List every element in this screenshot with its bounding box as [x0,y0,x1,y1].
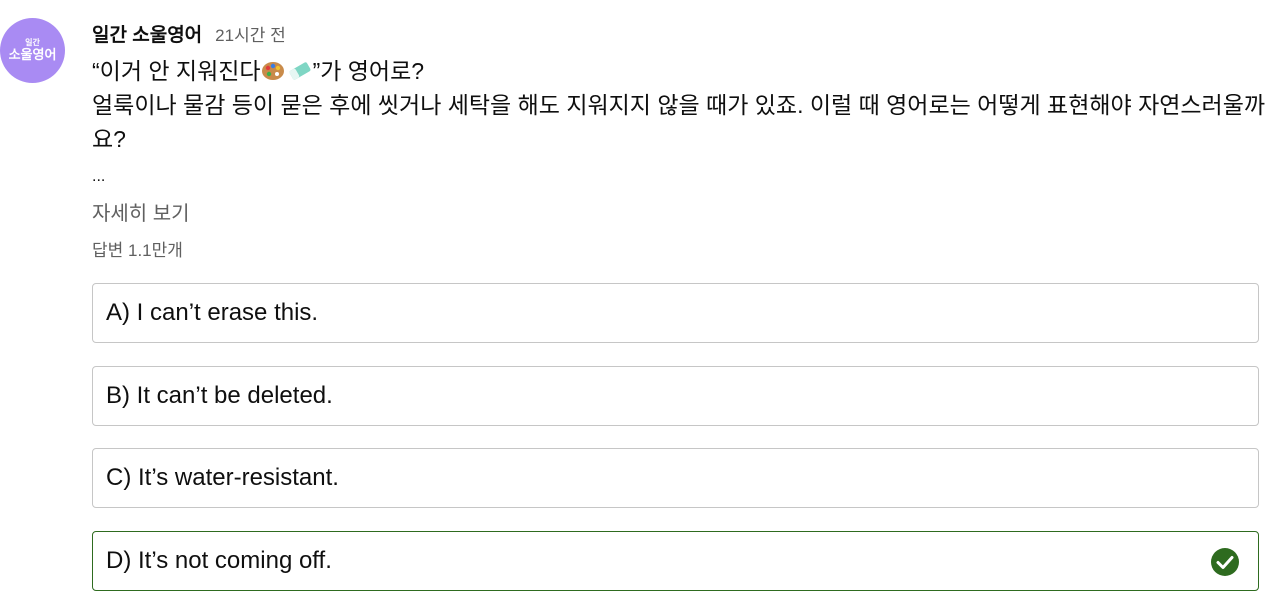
post-ellipsis: ... [92,168,106,185]
post-title-end: ”가 영어로? [312,58,425,84]
avatar-line2: 소울영어 [8,46,57,62]
check-circle-icon [1211,548,1239,576]
post-description: 얼룩이나 물감 등이 묻은 후에 씻거나 세탁을 해도 지워지지 않을 때가 있… [92,92,1266,152]
reply-count[interactable]: 답변 1.1만개 [92,236,183,261]
read-more-link[interactable]: 자세히 보기 [92,197,190,226]
channel-avatar[interactable]: 일간 소울영어 [0,18,65,83]
quiz-option-label: A) I can’t erase this. [106,299,319,326]
quiz-option-b[interactable]: B) It can’t be deleted. [92,366,1259,426]
palette-icon [261,62,284,80]
post-timestamp[interactable]: 21시간 전 [215,21,286,46]
quiz-option-a[interactable]: A) I can’t erase this. [92,283,1259,343]
post-header: 일간 소울영어 21시간 전 [92,20,286,47]
quiz-option-d[interactable]: D) It’s not coming off. [92,531,1259,591]
post-body: “이거 안 지워진다 ”가 영어로? 얼룩이나 물감 등이 묻은 후에 씻거나 … [92,54,1267,156]
quiz-option-label: B) It can’t be deleted. [106,382,333,409]
quiz-option-label: D) It’s not coming off. [106,547,332,574]
eraser-icon [289,62,310,80]
channel-name[interactable]: 일간 소울영어 [92,20,202,47]
community-post: 일간 소울영어 일간 소울영어 21시간 전 “이거 안 지워진다 ”가 영어로… [0,0,1280,604]
post-title-start: “이거 안 지워진다 [92,58,261,84]
quiz-option-label: C) It’s water-resistant. [106,464,339,491]
quiz-option-c[interactable]: C) It’s water-resistant. [92,448,1259,508]
